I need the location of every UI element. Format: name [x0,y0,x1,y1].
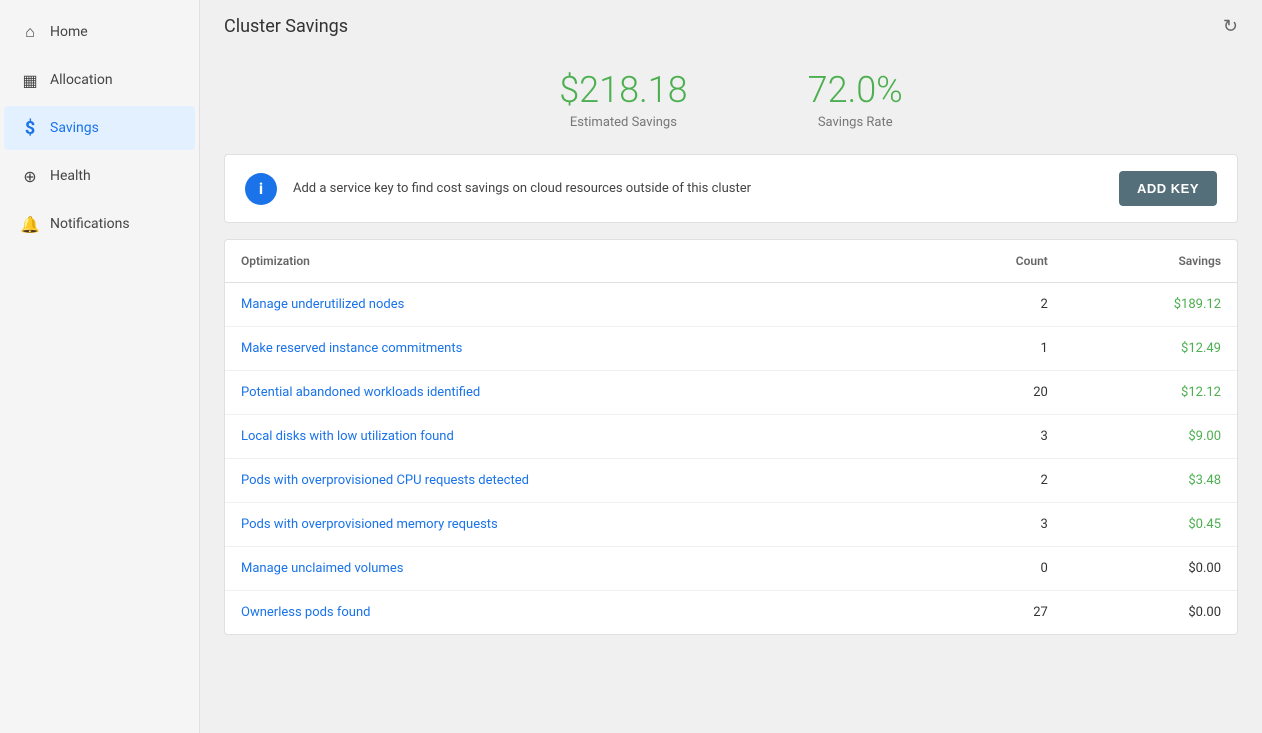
col-savings: Savings [1064,240,1237,283]
row-savings: $0.00 [1064,591,1237,635]
savings-icon: $ [20,118,40,138]
estimated-savings-card: $218.18 Estimated Savings [559,69,687,130]
row-count: 2 [924,459,1064,503]
sidebar-item-label-notifications: Notifications [50,216,130,232]
sidebar-item-savings[interactable]: $ Savings [4,106,195,150]
row-count: 3 [924,503,1064,547]
row-savings: $189.12 [1064,283,1237,327]
sidebar-item-label-health: Health [50,168,91,184]
row-savings: $12.49 [1064,327,1237,371]
row-savings: $0.00 [1064,547,1237,591]
optimization-link[interactable]: Manage unclaimed volumes [225,547,924,591]
savings-rate-card: 72.0% Savings Rate [808,69,903,130]
row-count: 1 [924,327,1064,371]
savings-rate-value: 72.0% [808,69,903,111]
summary-section: $218.18 Estimated Savings 72.0% Savings … [200,53,1262,154]
row-savings: $0.45 [1064,503,1237,547]
table-row: Pods with overprovisioned memory request… [225,503,1237,547]
row-count: 20 [924,371,1064,415]
optimization-link[interactable]: Local disks with low utilization found [225,415,924,459]
optimization-link[interactable]: Pods with overprovisioned CPU requests d… [225,459,924,503]
info-banner-text: Add a service key to find cost savings o… [293,181,1103,196]
table-row: Manage underutilized nodes2$189.12 [225,283,1237,327]
main-content: Cluster Savings ↻ $218.18 Estimated Savi… [200,0,1262,733]
col-count: Count [924,240,1064,283]
table-row: Make reserved instance commitments1$12.4… [225,327,1237,371]
optimizations-table-container: Optimization Count Savings Manage underu… [224,239,1238,635]
header: Cluster Savings ↻ [200,0,1262,53]
savings-rate-label: Savings Rate [808,115,903,130]
add-key-button[interactable]: ADD KEY [1119,171,1217,206]
sidebar-item-notifications[interactable]: 🔔 Notifications [4,202,195,246]
sidebar-item-label-home: Home [50,24,88,40]
table-row: Pods with overprovisioned CPU requests d… [225,459,1237,503]
row-savings: $3.48 [1064,459,1237,503]
allocation-icon: ▦ [20,70,40,90]
table-row: Potential abandoned workloads identified… [225,371,1237,415]
health-icon: ⊕ [20,166,40,186]
table-row: Manage unclaimed volumes0$0.00 [225,547,1237,591]
sidebar-item-label-savings: Savings [50,120,99,136]
table-body: Manage underutilized nodes2$189.12Make r… [225,283,1237,635]
optimization-link[interactable]: Potential abandoned workloads identified [225,371,924,415]
optimizations-table: Optimization Count Savings Manage underu… [225,240,1237,634]
refresh-button[interactable]: ↻ [1223,16,1238,37]
row-count: 2 [924,283,1064,327]
row-savings: $12.12 [1064,371,1237,415]
info-banner: i Add a service key to find cost savings… [224,154,1238,223]
optimization-link[interactable]: Manage underutilized nodes [225,283,924,327]
row-count: 3 [924,415,1064,459]
optimization-link[interactable]: Make reserved instance commitments [225,327,924,371]
estimated-savings-label: Estimated Savings [559,115,687,130]
row-count: 27 [924,591,1064,635]
table-header: Optimization Count Savings [225,240,1237,283]
notifications-icon: 🔔 [20,214,40,234]
optimization-link[interactable]: Pods with overprovisioned memory request… [225,503,924,547]
optimization-link[interactable]: Ownerless pods found [225,591,924,635]
estimated-savings-value: $218.18 [559,69,687,111]
table-row: Local disks with low utilization found3$… [225,415,1237,459]
home-icon: ⌂ [20,22,40,42]
sidebar-item-health[interactable]: ⊕ Health [4,154,195,198]
sidebar: ⌂ Home ▦ Allocation $ Savings ⊕ Health 🔔 Notifica… [0,0,200,733]
row-count: 0 [924,547,1064,591]
col-optimization: Optimization [225,240,924,283]
sidebar-item-home[interactable]: ⌂ Home [4,10,195,54]
sidebar-item-allocation[interactable]: ▦ Allocation [4,58,195,102]
table-row: Ownerless pods found27$0.00 [225,591,1237,635]
info-icon: i [245,173,277,205]
page-title: Cluster Savings [224,16,348,37]
row-savings: $9.00 [1064,415,1237,459]
sidebar-item-label-allocation: Allocation [50,72,113,88]
